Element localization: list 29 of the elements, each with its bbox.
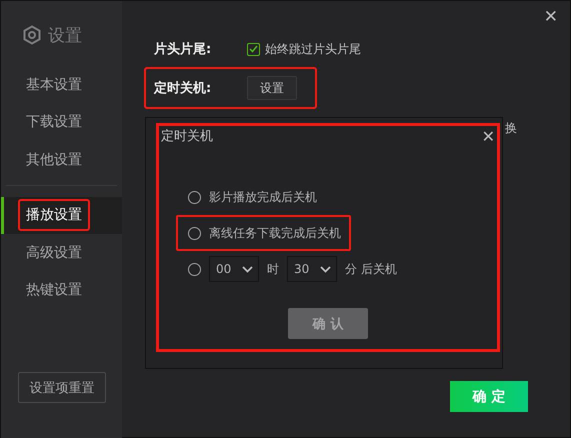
set-button[interactable]: 设置 (247, 76, 297, 100)
settings-icon (23, 25, 41, 45)
sidebar-item[interactable]: 基本设置 (1, 66, 122, 104)
obscured-text: 换 (505, 120, 517, 137)
unit-label: 分 后关机 (345, 260, 397, 278)
caret-icon (320, 266, 331, 272)
sidebar-item[interactable]: 高级设置 (1, 234, 122, 272)
setting-label: 片头片尾: (154, 41, 212, 58)
sidebar-item[interactable]: 热键设置 (1, 272, 122, 309)
caret-icon (242, 266, 253, 272)
hour-select[interactable]: 00 (209, 256, 259, 282)
radio-button[interactable] (188, 226, 201, 240)
close-icon[interactable]: ✕ (544, 7, 558, 27)
dialog-title: 定时关机 (161, 128, 213, 145)
radio-button[interactable] (188, 190, 201, 204)
close-icon[interactable]: ✕ (482, 126, 495, 146)
checkbox-label: 始终跳过片头片尾 (265, 40, 361, 58)
checkbox[interactable] (247, 42, 260, 56)
sidebar-title: 设置 (48, 24, 82, 46)
minute-select[interactable]: 30 (287, 256, 337, 282)
setting-label: 定时关机: (154, 80, 212, 97)
option-label: 离线任务下载完成后关机 (209, 224, 341, 242)
sidebar-item[interactable]: 下载设置 (1, 104, 122, 141)
sidebar-item[interactable]: 播放设置 (1, 196, 122, 234)
option-label: 影片播放完成后关机 (209, 188, 317, 206)
radio-button[interactable] (188, 262, 201, 276)
reset-button[interactable]: 设置项重置 (18, 372, 106, 403)
sidebar-item[interactable]: 其他设置 (1, 141, 122, 178)
unit-label: 时 (267, 260, 279, 278)
